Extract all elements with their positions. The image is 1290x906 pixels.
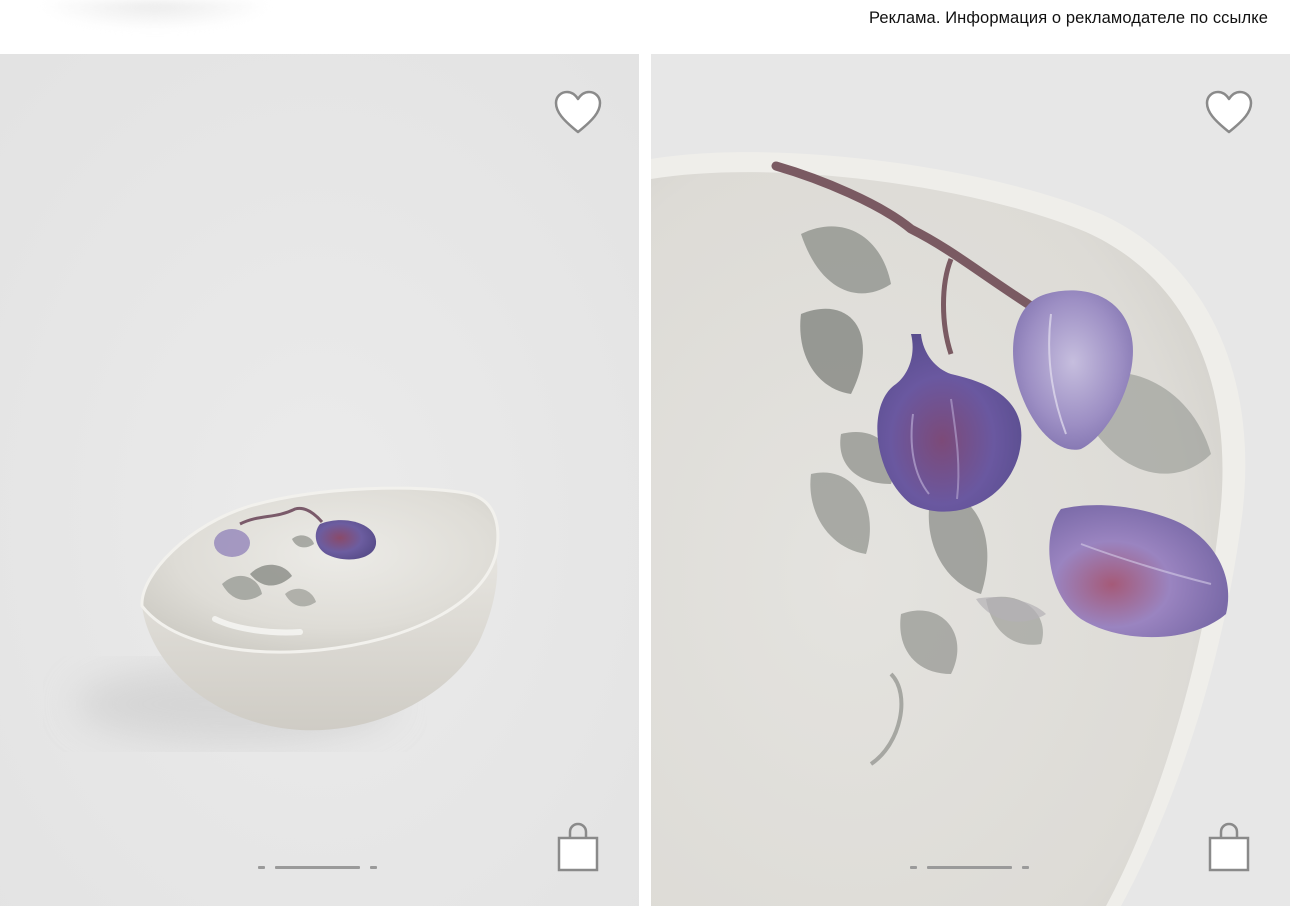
product-image[interactable] (651, 54, 1290, 906)
carousel-dot-active[interactable] (275, 865, 360, 869)
carousel-dot-active[interactable] (927, 865, 1012, 869)
carousel-indicator (258, 865, 377, 869)
product-card[interactable] (0, 54, 639, 906)
carousel-dot[interactable] (910, 865, 917, 869)
add-to-cart-button[interactable] (557, 822, 599, 872)
ad-bar: Реклама. Информация о рекламодателе по с… (0, 0, 1290, 54)
shopping-bag-icon (1208, 822, 1250, 872)
favorite-button[interactable] (553, 90, 603, 136)
logo-blurred (40, 0, 270, 30)
heart-icon (554, 90, 602, 134)
advertiser-info-link[interactable]: Реклама. Информация о рекламодателе по с… (869, 9, 1268, 28)
carousel-dot[interactable] (1022, 865, 1029, 869)
carousel-indicator (910, 865, 1029, 869)
shopping-bag-icon (557, 822, 599, 872)
product-card[interactable] (651, 54, 1290, 906)
carousel-dot[interactable] (258, 865, 265, 869)
carousel-dot[interactable] (370, 865, 377, 869)
favorite-button[interactable] (1204, 90, 1254, 136)
product-image[interactable] (0, 54, 639, 906)
add-to-cart-button[interactable] (1208, 822, 1250, 872)
heart-icon (1205, 90, 1253, 134)
